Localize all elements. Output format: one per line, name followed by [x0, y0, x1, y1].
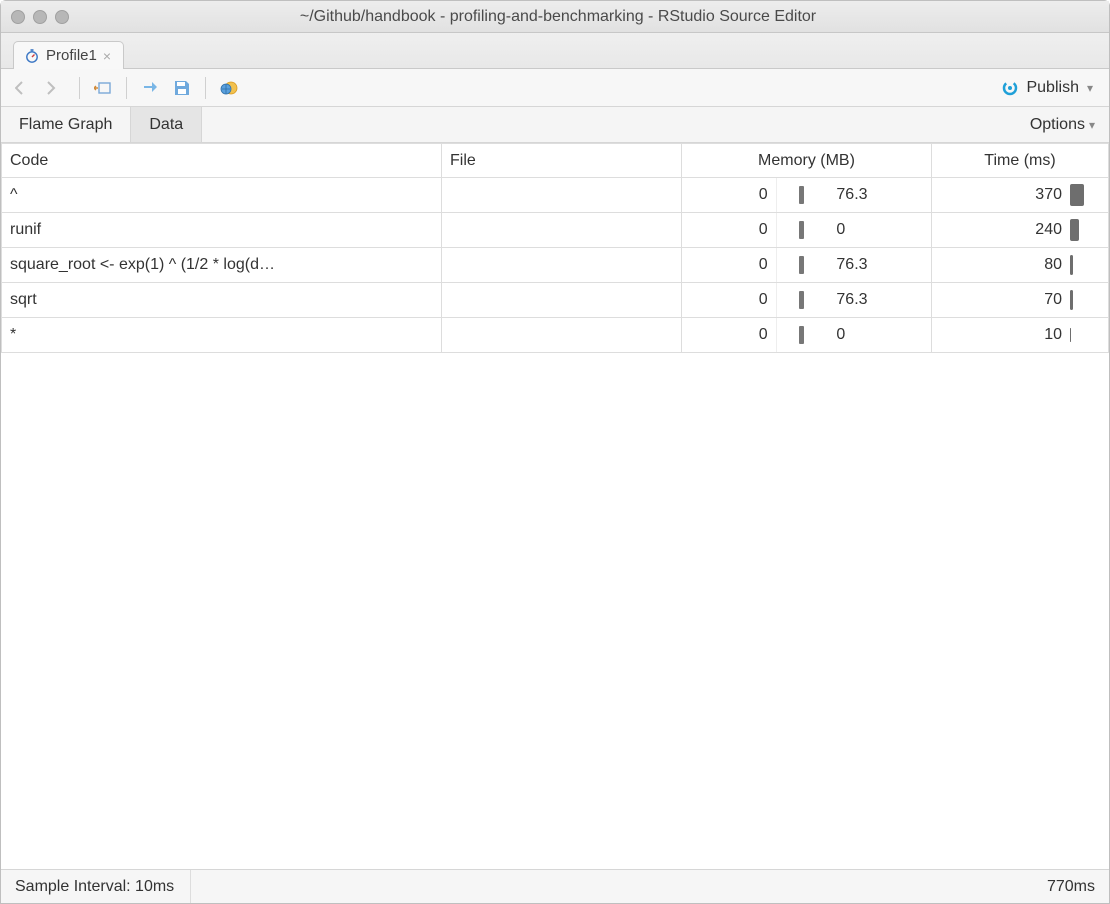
gear-globe-button[interactable]	[216, 75, 242, 101]
cell-memory: 076.3	[682, 283, 932, 318]
col-code[interactable]: Code	[2, 144, 442, 178]
table-row[interactable]: square_root <- exp(1) ^ (1/2 * log(d… 076…	[2, 248, 1109, 283]
separator	[79, 77, 80, 99]
tab-label: Profile1	[46, 47, 97, 64]
cell-file	[442, 318, 682, 353]
cell-file	[442, 248, 682, 283]
options-label: Options	[1030, 116, 1085, 134]
import-button[interactable]	[137, 75, 163, 101]
save-button[interactable]	[169, 75, 195, 101]
main-toolbar: Publish ▾	[1, 69, 1109, 107]
cell-time: 370	[932, 178, 1109, 213]
col-time[interactable]: Time (ms)	[932, 144, 1109, 178]
table-row[interactable]: sqrt 076.370	[2, 283, 1109, 318]
dropdown-caret-icon: ▾	[1089, 118, 1095, 132]
statusbar: Sample Interval: 10ms 770ms	[1, 869, 1109, 903]
cell-code: sqrt	[2, 283, 442, 318]
cell-file	[442, 178, 682, 213]
header-row: Code File Memory (MB) Time (ms)	[2, 144, 1109, 178]
tab-data[interactable]: Data	[131, 107, 202, 142]
cell-memory: 00	[682, 318, 932, 353]
separator	[126, 77, 127, 99]
cell-code: runif	[2, 213, 442, 248]
data-grid[interactable]: Code File Memory (MB) Time (ms) ^076.337…	[1, 143, 1109, 869]
close-tab-icon[interactable]: ×	[103, 48, 111, 64]
separator	[205, 77, 206, 99]
cell-time: 240	[932, 213, 1109, 248]
total-time-label: 770ms	[1047, 878, 1095, 896]
table-row[interactable]: runif 00240	[2, 213, 1109, 248]
separator	[190, 870, 191, 903]
window-title: ~/Github/handbook - profiling-and-benchm…	[17, 8, 1099, 26]
tab-flame-graph[interactable]: Flame Graph	[1, 107, 131, 142]
stopwatch-icon	[24, 48, 40, 64]
cell-code: ^	[2, 178, 442, 213]
cell-code: *	[2, 318, 442, 353]
document-tabbar: Profile1 ×	[1, 33, 1109, 69]
cell-time: 10	[932, 318, 1109, 353]
table-row[interactable]: ^ 076.3370	[2, 178, 1109, 213]
cell-time: 80	[932, 248, 1109, 283]
cell-file	[442, 283, 682, 318]
forward-button[interactable]	[43, 75, 69, 101]
publish-button[interactable]: Publish ▾	[994, 76, 1099, 100]
cell-memory: 00	[682, 213, 932, 248]
cell-memory: 076.3	[682, 178, 932, 213]
table-row[interactable]: * 0010	[2, 318, 1109, 353]
col-file[interactable]: File	[442, 144, 682, 178]
col-memory[interactable]: Memory (MB)	[682, 144, 932, 178]
cell-time: 70	[932, 283, 1109, 318]
popout-button[interactable]	[90, 75, 116, 101]
cell-code: square_root <- exp(1) ^ (1/2 * log(d…	[2, 248, 442, 283]
back-button[interactable]	[11, 75, 37, 101]
tab-profile1[interactable]: Profile1 ×	[13, 41, 124, 69]
cell-file	[442, 213, 682, 248]
cell-memory: 076.3	[682, 248, 932, 283]
titlebar: ~/Github/handbook - profiling-and-benchm…	[1, 1, 1109, 33]
publish-label: Publish	[1026, 79, 1078, 97]
publish-icon	[1000, 79, 1020, 97]
options-button[interactable]: Options ▾	[1016, 107, 1109, 142]
dropdown-caret-icon: ▾	[1087, 81, 1093, 95]
view-tabbar: Flame Graph Data Options ▾	[1, 107, 1109, 143]
sample-interval-label: Sample Interval: 10ms	[15, 878, 174, 896]
